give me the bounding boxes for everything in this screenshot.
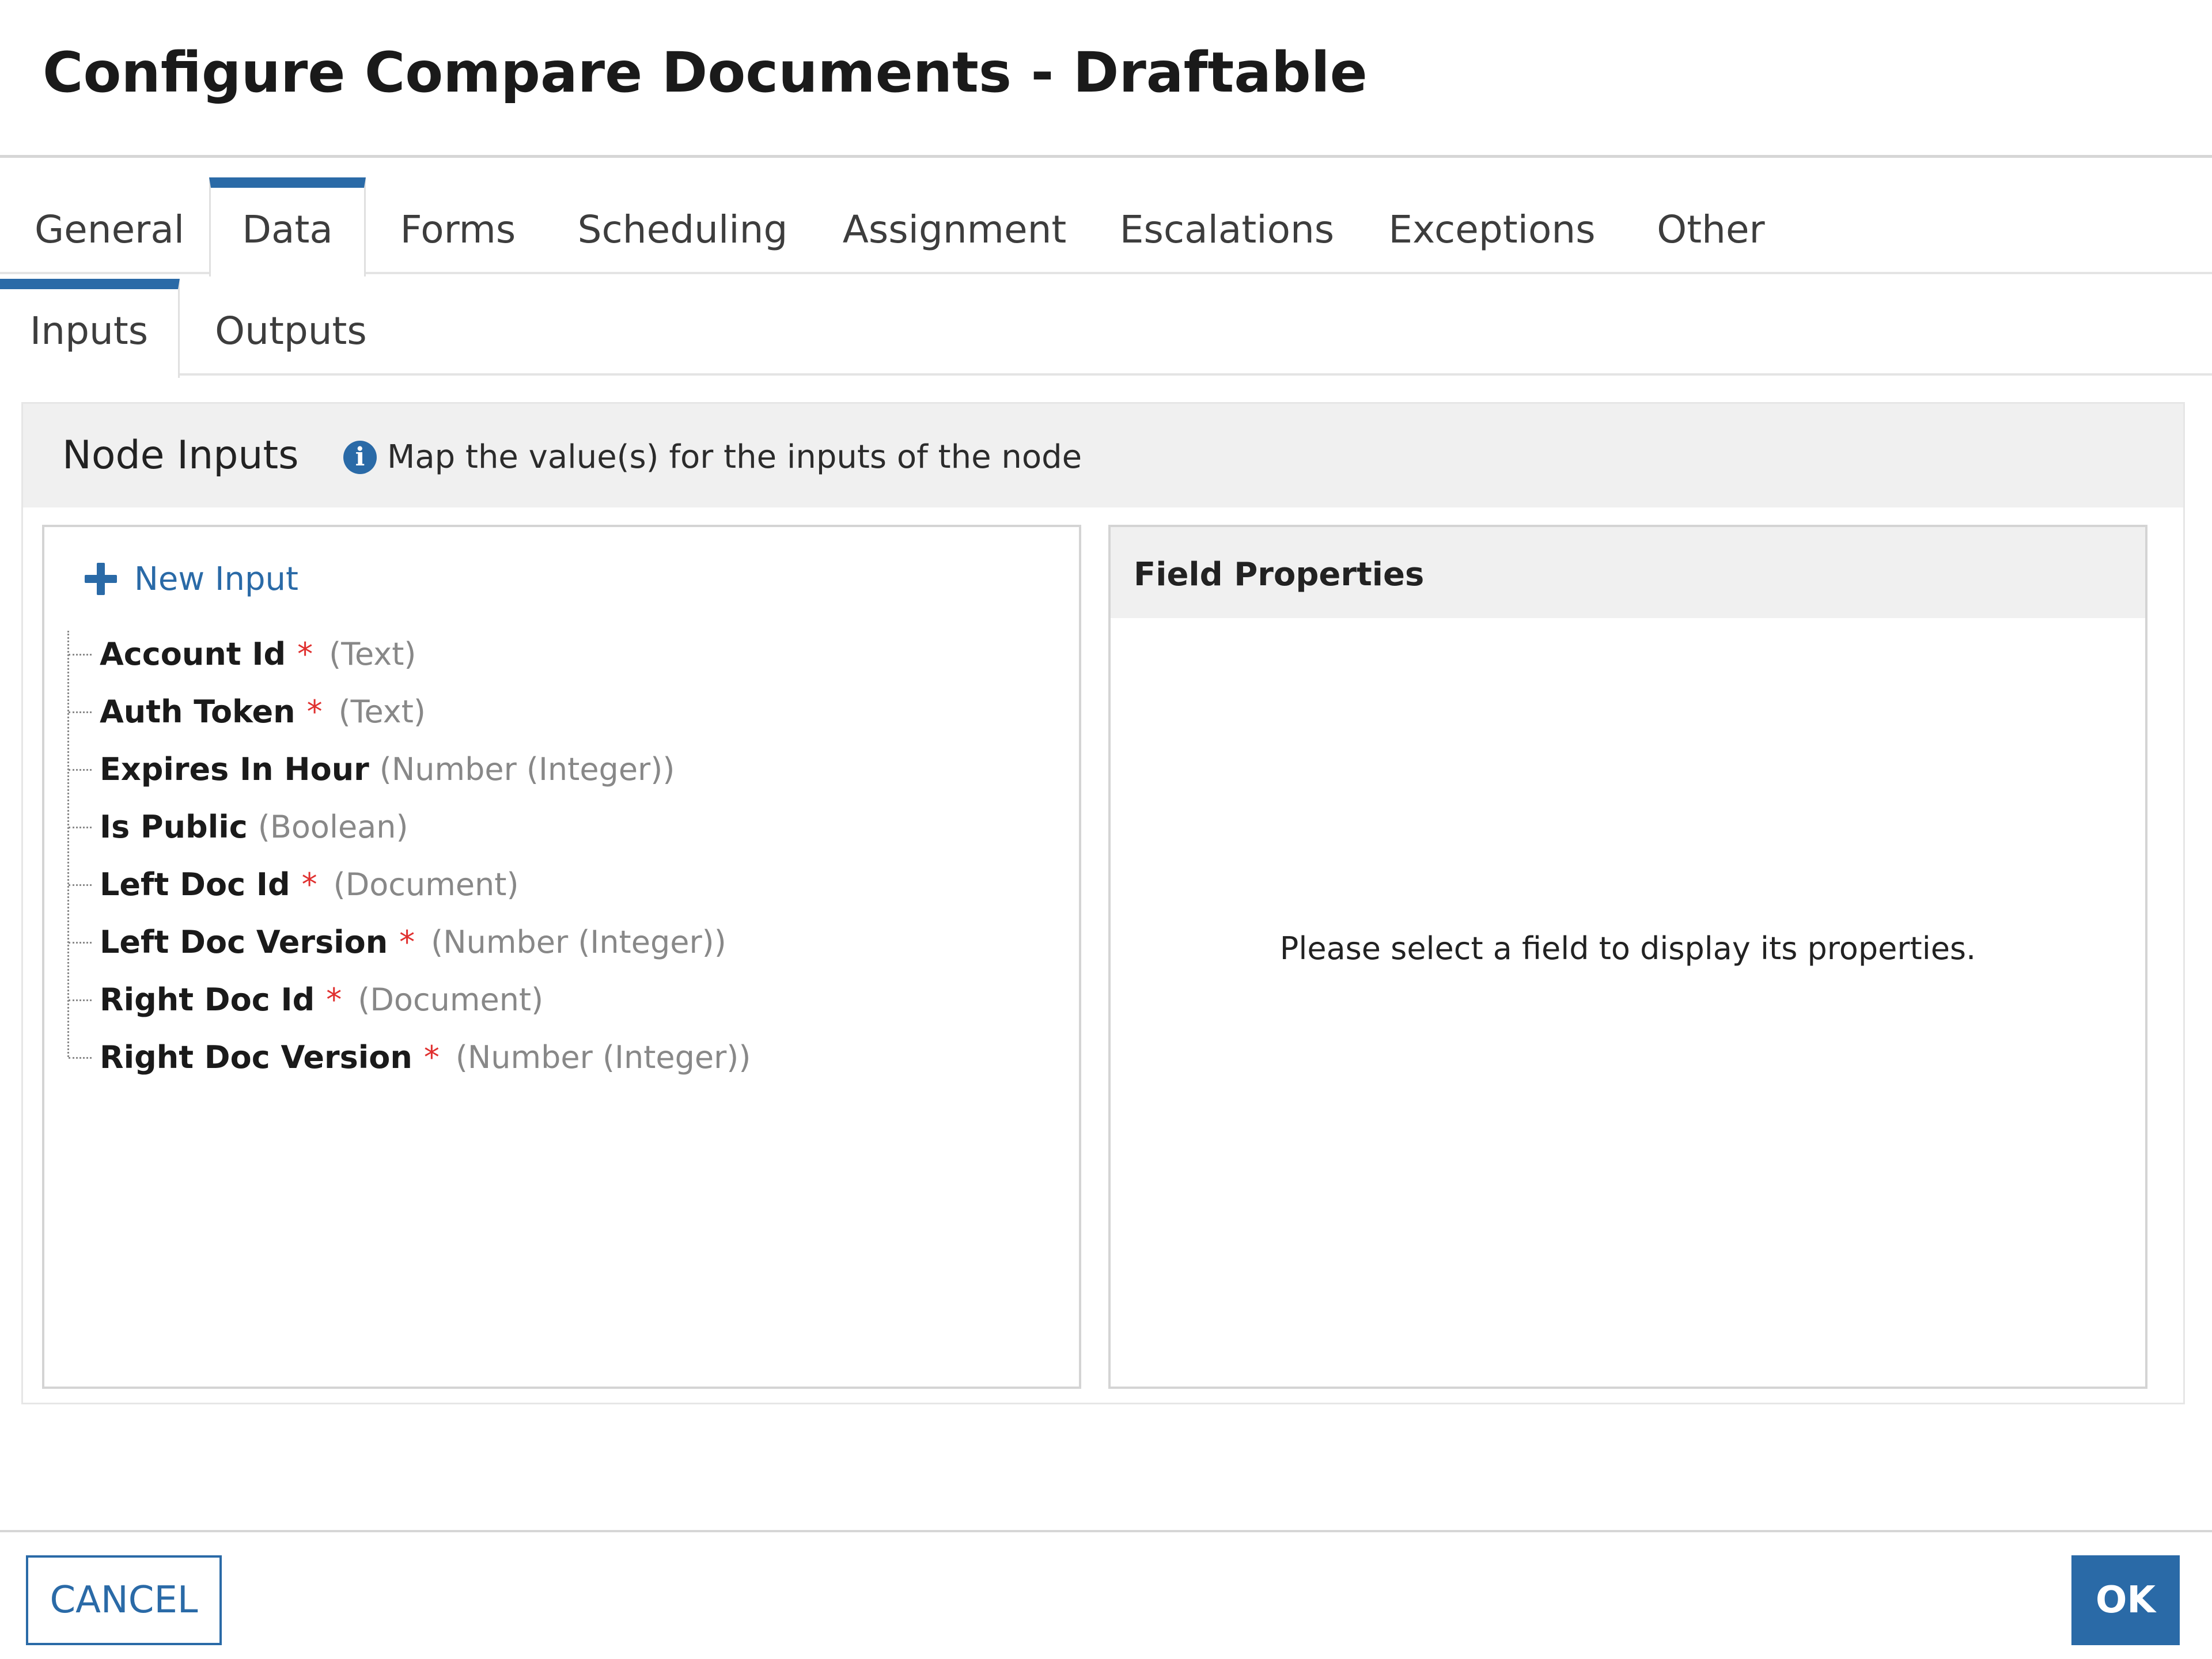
dialog-title: Configure Compare Documents - Draftable [43,40,1368,105]
input-expires-in-hour[interactable]: Expires In Hour (Number (Integer)) [67,740,1047,798]
required-marker: * [301,866,317,903]
input-type: (Text) [338,693,426,730]
input-is-public[interactable]: Is Public (Boolean) [67,798,1047,855]
tab-general[interactable]: General [0,177,184,274]
input-type: (Boolean) [257,808,408,845]
input-name: Right Doc Version [100,1039,412,1075]
field-properties-header: Field Properties [1111,527,2145,618]
ok-button[interactable]: OK [2071,1555,2180,1645]
cancel-button[interactable]: CANCEL [26,1555,222,1645]
dialog-footer: CANCEL OK [0,1530,2212,1659]
tab-data[interactable]: Data [209,177,366,276]
input-account-id[interactable]: Account Id * (Text) [67,625,1047,683]
input-type: (Document) [333,866,519,903]
field-properties-empty-message: Please select a field to display its pro… [1279,930,1976,967]
info-icon: i [343,441,377,474]
input-name: Expires In Hour [100,751,369,787]
tab-scheduling[interactable]: Scheduling [570,177,795,274]
new-input-label: New Input [134,560,298,598]
node-inputs-title: Node Inputs [62,433,299,478]
input-name: Auth Token [100,693,296,730]
subtab-inputs[interactable]: Inputs [0,279,180,378]
inputs-tree: Account Id * (Text) Auth Token * (Text) … [67,625,1047,1086]
input-type: (Number (Integer)) [431,923,726,960]
input-name: Is Public [100,808,248,845]
tab-exceptions[interactable]: Exceptions [1382,177,1601,274]
input-right-doc-id[interactable]: Right Doc Id * (Document) [67,971,1047,1028]
input-left-doc-id[interactable]: Left Doc Id * (Document) [67,855,1047,913]
new-input-button[interactable]: New Input [85,556,298,602]
input-type: (Number (Integer)) [455,1039,751,1075]
node-inputs-info-text: Map the value(s) for the inputs of the n… [387,438,1082,476]
field-properties-title: Field Properties [1134,556,1425,593]
required-marker: * [326,981,342,1018]
dialog-header: Configure Compare Documents - Draftable [0,0,2212,158]
subtab-outputs[interactable]: Outputs [196,279,386,376]
input-name: Left Doc Id [100,866,290,903]
input-auth-token[interactable]: Auth Token * (Text) [67,683,1047,740]
required-marker: * [423,1039,440,1075]
input-type: (Number (Integer)) [379,751,675,787]
input-name: Account Id [100,635,286,672]
configure-dialog: Configure Compare Documents - Draftable … [0,0,2212,1659]
tab-assignment[interactable]: Assignment [835,177,1074,274]
inputs-tree-box: New Input Account Id * (Text) Auth Token… [42,525,1081,1389]
tab-escalations[interactable]: Escalations [1112,177,1342,274]
plus-icon [85,563,117,595]
tab-other[interactable]: Other [1642,177,1780,274]
data-subtabs: Inputs Outputs [0,279,2212,378]
required-marker: * [306,693,323,730]
required-marker: * [399,923,415,960]
input-right-doc-version[interactable]: Right Doc Version * (Number (Integer)) [67,1028,1047,1086]
input-left-doc-version[interactable]: Left Doc Version * (Number (Integer)) [67,913,1047,971]
input-type: (Document) [358,981,544,1018]
node-inputs-panel: Node Inputs i Map the value(s) for the i… [21,402,2185,1404]
node-inputs-header: Node Inputs i Map the value(s) for the i… [23,404,2183,507]
field-properties-box: Field Properties Please select a field t… [1108,525,2147,1389]
required-marker: * [297,635,313,672]
input-type: (Text) [329,635,416,672]
input-name: Right Doc Id [100,981,315,1018]
input-name: Left Doc Version [100,923,388,960]
tab-forms[interactable]: Forms [380,177,536,274]
main-tabs: General Data Forms Scheduling Assignment… [0,177,2212,276]
